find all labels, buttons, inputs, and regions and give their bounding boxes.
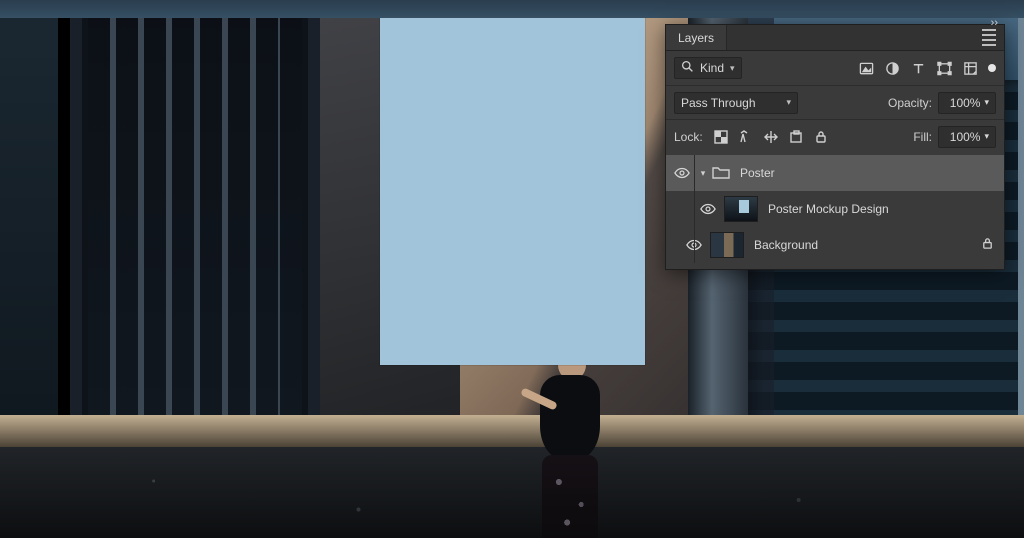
layer-tree: ▾ Poster Poster Mockup Design B	[666, 153, 1004, 269]
filter-toggle-switch[interactable]	[988, 64, 996, 72]
lock-label: Lock:	[674, 130, 703, 144]
fill-input[interactable]: 100% ▾	[938, 126, 996, 148]
filter-shape-icon[interactable]	[936, 60, 952, 76]
chevron-down-icon: ▾	[730, 63, 735, 74]
opacity-label: Opacity:	[888, 96, 932, 110]
blend-opacity-row: Pass Through ▾ Opacity: 100% ▾	[666, 85, 1004, 119]
bg-person	[510, 340, 620, 538]
lock-icon[interactable]	[981, 237, 994, 253]
filter-adjustment-icon[interactable]	[884, 60, 900, 76]
chevron-down-icon: ▾	[984, 97, 989, 108]
layer-name[interactable]: Poster	[740, 166, 775, 180]
layer-name[interactable]: Background	[754, 238, 818, 252]
lock-position-icon[interactable]	[763, 129, 779, 145]
filter-type-dropdown[interactable]: Kind ▾	[674, 57, 742, 79]
chevron-down-icon: ▾	[984, 131, 989, 142]
lock-transparency-icon[interactable]	[713, 129, 729, 145]
bg-sky-strip	[0, 0, 1024, 18]
panel-menu-icon[interactable]	[982, 29, 996, 46]
layer-row-poster-mockup[interactable]: Poster Mockup Design	[666, 191, 1004, 227]
layer-filter-row: Kind ▾	[666, 51, 1004, 85]
filter-type-label: Kind	[700, 61, 724, 75]
panel-tab-bar: Layers	[666, 25, 1004, 51]
poster-rectangle[interactable]	[380, 12, 645, 365]
panel-collapse-arrows-icon[interactable]: ››	[991, 17, 998, 29]
expand-caret-icon[interactable]: ▾	[698, 168, 708, 179]
layers-panel: ›› Layers Kind ▾	[665, 24, 1005, 270]
opacity-input[interactable]: 100% ▾	[938, 92, 996, 114]
lock-artboard-icon[interactable]	[788, 129, 804, 145]
layer-thumbnail[interactable]	[724, 196, 758, 222]
fill-value: 100%	[950, 130, 981, 144]
blend-mode-value: Pass Through	[681, 96, 756, 110]
visibility-toggle[interactable]	[670, 167, 694, 179]
search-icon	[681, 60, 694, 76]
layer-thumbnail[interactable]	[710, 232, 744, 258]
filter-pixel-icon[interactable]	[858, 60, 874, 76]
folder-icon	[712, 165, 730, 182]
opacity-value: 100%	[950, 96, 981, 110]
lock-pixels-icon[interactable]	[738, 129, 754, 145]
lock-fill-row: Lock: Fill: 100% ▾	[666, 119, 1004, 153]
layer-name[interactable]: Poster Mockup Design	[768, 202, 889, 216]
filter-smartobject-icon[interactable]	[962, 60, 978, 76]
visibility-toggle[interactable]	[696, 203, 720, 215]
bg-window	[70, 0, 320, 480]
filter-type-icon[interactable]	[910, 60, 926, 76]
fill-label: Fill:	[913, 130, 932, 144]
chevron-down-icon: ▾	[786, 97, 791, 108]
tab-layers[interactable]: Layers	[666, 25, 727, 50]
blend-mode-dropdown[interactable]: Pass Through ▾	[674, 92, 798, 114]
tab-layers-label: Layers	[678, 31, 714, 45]
layer-row-background[interactable]: Background	[666, 227, 1004, 263]
lock-all-icon[interactable]	[813, 129, 829, 145]
layer-row-poster-group[interactable]: ▾ Poster	[666, 155, 1004, 191]
bg-window-bars	[110, 0, 280, 438]
